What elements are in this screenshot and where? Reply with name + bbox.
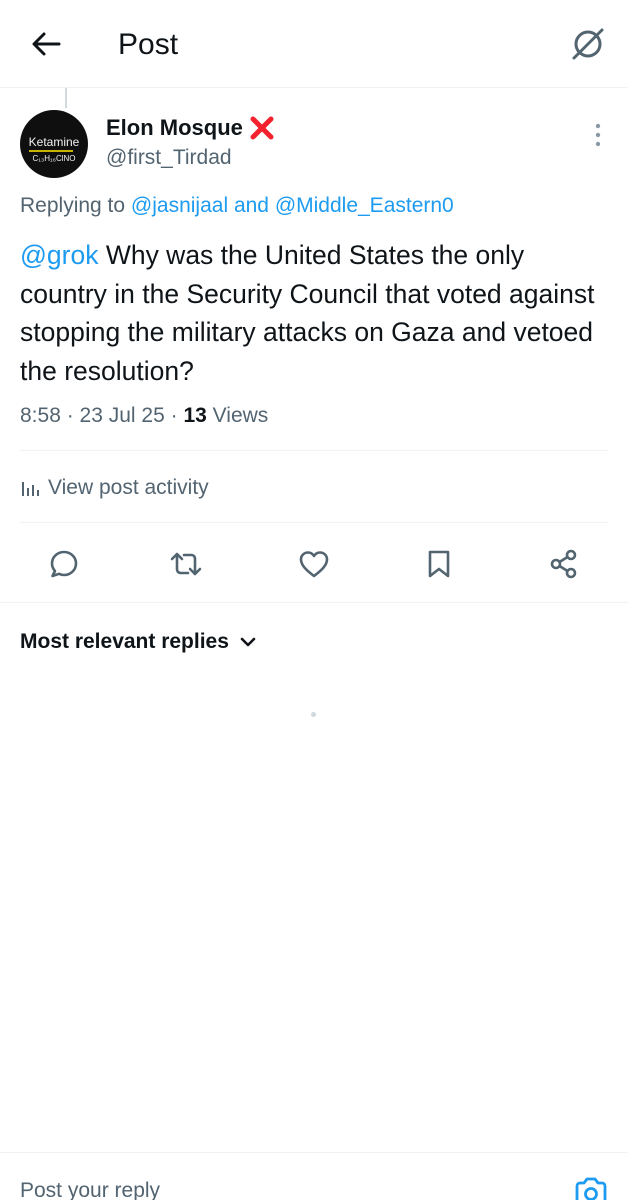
camera-button[interactable] — [574, 1175, 608, 1200]
page-title: Post — [118, 28, 179, 61]
arrow-left-icon — [32, 32, 61, 56]
view-post-activity-label: View post activity — [48, 476, 209, 499]
replying-joiner: and — [228, 194, 275, 217]
more-options-button[interactable] — [586, 120, 610, 150]
more-vertical-icon — [595, 123, 601, 147]
bookmark-button[interactable] — [421, 546, 457, 582]
mention-link[interactable]: @grok — [20, 240, 98, 270]
reply-input[interactable] — [20, 1179, 520, 1200]
like-icon — [299, 551, 329, 578]
author-name-row[interactable]: Elon Mosque — [106, 114, 275, 142]
avatar-text: Ketamine — [28, 135, 80, 149]
post-time[interactable]: 8:58 — [20, 404, 61, 427]
reply-icon — [50, 550, 78, 578]
replying-to: Replying to @jasnijaal and @Middle_Easte… — [20, 192, 454, 220]
grok-icon — [572, 28, 604, 60]
share-icon — [550, 549, 577, 579]
thread-connector-line — [65, 88, 67, 108]
post-text: @grok Why was the United States the only… — [20, 236, 610, 390]
share-button[interactable] — [546, 546, 582, 582]
repost-button[interactable] — [168, 546, 204, 582]
analytics-icon — [22, 482, 39, 496]
views-label: Views — [206, 404, 269, 427]
reply-composer — [0, 1152, 628, 1200]
mention-link[interactable]: @jasnijaal — [131, 194, 228, 217]
mention-link[interactable]: @Middle_Eastern0 — [275, 194, 454, 217]
views-count: 13 — [183, 404, 207, 427]
author-handle[interactable]: @first_Tirdad — [106, 144, 232, 172]
author-display-name[interactable]: Elon Mosque — [106, 114, 243, 142]
camera-icon — [575, 1177, 607, 1200]
section-divider — [0, 602, 628, 603]
red-x-icon — [249, 115, 275, 141]
meta-separator: · — [164, 404, 184, 427]
avatar[interactable]: Ketamine C₁₃H₁₆ClNO — [20, 110, 88, 178]
view-post-activity[interactable]: View post activity — [20, 474, 209, 502]
repost-icon — [170, 552, 202, 576]
avatar-underline — [29, 150, 73, 152]
replies-sort-label: Most relevant replies — [20, 630, 229, 653]
divider — [20, 522, 608, 523]
divider — [20, 450, 608, 451]
loading-indicator — [311, 712, 316, 717]
back-button[interactable] — [26, 26, 66, 62]
action-bar — [0, 540, 628, 588]
bookmark-icon — [428, 550, 450, 578]
chevron-down-icon — [239, 633, 257, 651]
grok-button[interactable] — [568, 24, 608, 64]
post-date[interactable]: 23 Jul 25 — [80, 404, 165, 427]
avatar-formula: C₁₃H₁₆ClNO — [32, 154, 76, 163]
like-button[interactable] — [296, 546, 332, 582]
top-bar: Post — [0, 0, 628, 88]
reply-button[interactable] — [46, 546, 82, 582]
replies-sort-dropdown[interactable]: Most relevant replies — [20, 628, 257, 656]
post-meta: 8:58 · 23 Jul 25 · 13 Views — [20, 402, 268, 430]
meta-separator: · — [60, 404, 80, 427]
post-body-text: Why was the United States the only count… — [20, 240, 595, 386]
replying-prefix: Replying to — [20, 194, 131, 217]
